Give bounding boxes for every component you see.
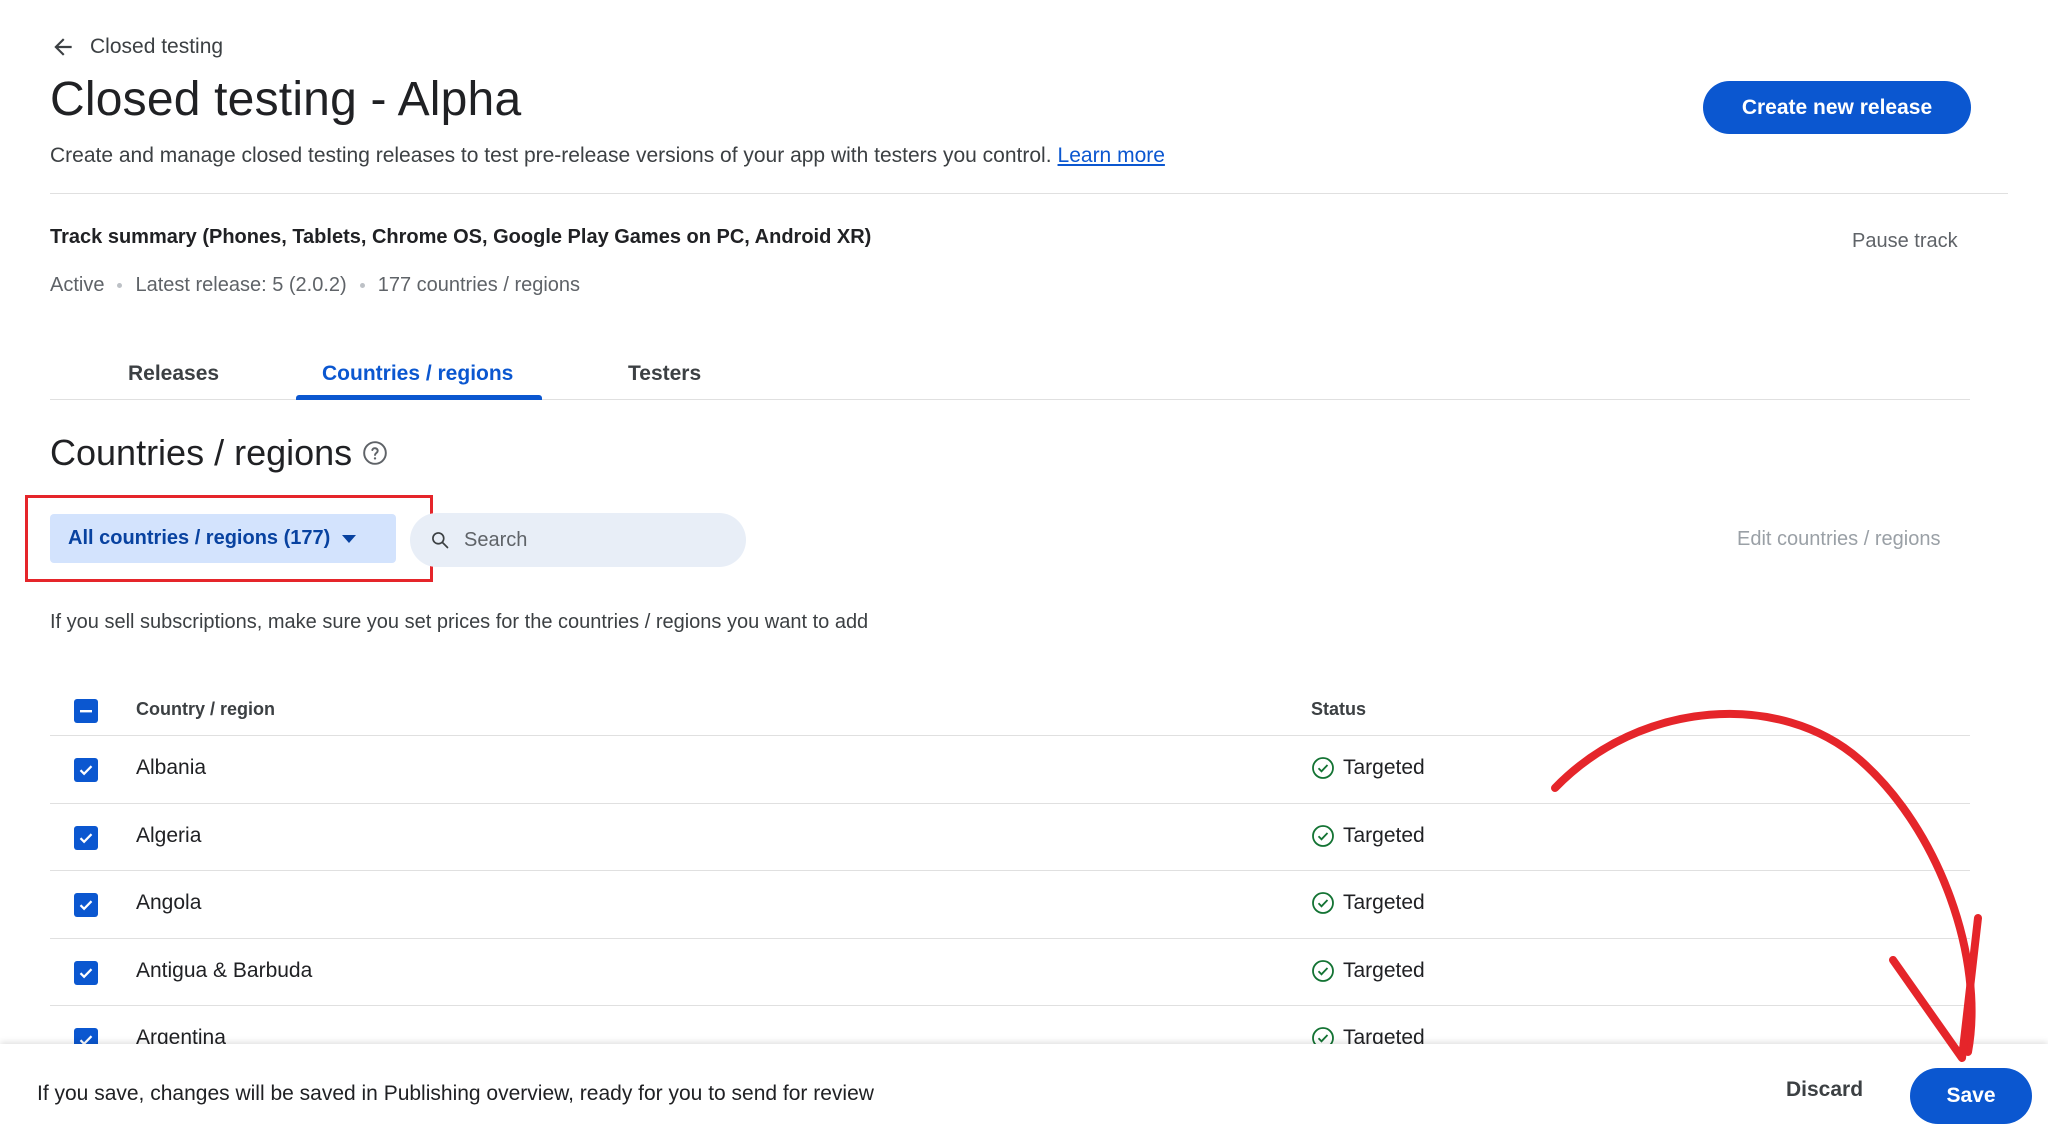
track-meta: Active Latest release: 5 (2.0.2) 177 cou… [50, 274, 580, 297]
country-name: Angola [136, 891, 202, 914]
countries-filter-dropdown[interactable]: All countries / regions (177) [50, 514, 396, 563]
breadcrumb-label[interactable]: Closed testing [90, 35, 223, 59]
row-checkbox[interactable] [74, 825, 98, 850]
track-status: Active [50, 274, 105, 296]
caret-down-icon [342, 534, 357, 544]
countries-table: Country / region Status Albania Targeted… [50, 686, 1970, 1074]
search-input[interactable] [464, 528, 694, 552]
row-checkbox[interactable] [74, 758, 98, 782]
active-tab-indicator [296, 395, 542, 400]
row-checkbox[interactable] [74, 893, 98, 917]
table-row[interactable]: Angola Targeted [50, 871, 1970, 939]
status-cell: Targeted [1311, 959, 1425, 983]
filter-label: All countries / regions (177) [68, 527, 331, 549]
section-title: Countries / regions [50, 432, 388, 474]
tab-releases[interactable]: Releases [128, 362, 219, 386]
table-row[interactable]: Albania Targeted [50, 736, 1970, 804]
create-new-release-button[interactable]: Create new release [1703, 81, 1971, 134]
select-all-checkbox[interactable] [74, 699, 98, 723]
section-title-text: Countries / regions [50, 432, 353, 473]
status-text: Targeted [1343, 958, 1425, 982]
tab-testers[interactable]: Testers [628, 362, 701, 386]
status-cell: Targeted [1311, 756, 1425, 780]
check-circle-icon [1311, 959, 1335, 983]
country-name: Antigua & Barbuda [136, 958, 313, 982]
page-subtitle: Create and manage closed testing release… [50, 144, 1165, 168]
page: Closed testing Closed testing - Alpha Cr… [0, 0, 2048, 1143]
table-row[interactable]: Algeria Targeted [50, 804, 1970, 871]
latest-release: Latest release: 5 (2.0.2) [135, 274, 347, 296]
search-field[interactable] [410, 513, 746, 567]
subscription-notice: If you sell subscriptions, make sure you… [50, 611, 869, 633]
table-header: Country / region Status [50, 686, 1970, 736]
subtitle-text: Create and manage closed testing release… [50, 144, 1052, 167]
search-icon [430, 530, 450, 550]
pause-track-button[interactable]: Pause track [1852, 230, 1958, 253]
status-text: Targeted [1343, 756, 1425, 779]
track-summary-title: Track summary (Phones, Tablets, Chrome O… [50, 226, 872, 248]
header-divider [50, 193, 2008, 194]
save-bar: If you save, changes will be saved in Pu… [0, 1044, 2048, 1143]
edit-countries-button[interactable]: Edit countries / regions [1737, 528, 1940, 551]
save-button[interactable]: Save [1910, 1068, 2032, 1124]
row-checkbox[interactable] [74, 960, 98, 985]
tab-bar: Releases Countries / regions Testers [50, 346, 1970, 400]
check-circle-icon [1311, 824, 1335, 848]
country-name: Albania [136, 756, 207, 779]
check-circle-icon [1311, 756, 1335, 780]
separator-dot [117, 283, 123, 288]
page-title: Closed testing - Alpha [50, 73, 522, 126]
save-bar-message: If you save, changes will be saved in Pu… [37, 1082, 874, 1105]
separator-dot [359, 283, 365, 288]
arrow-back-icon[interactable] [50, 34, 76, 60]
tab-countries-regions[interactable]: Countries / regions [322, 362, 513, 386]
status-text: Targeted [1343, 823, 1425, 847]
column-header-country[interactable]: Country / region [136, 699, 275, 720]
country-name: Algeria [136, 823, 202, 847]
status-text: Targeted [1343, 891, 1425, 914]
countries-count: 177 countries / regions [377, 274, 581, 296]
help-icon[interactable] [362, 440, 388, 466]
discard-button[interactable]: Discard [1786, 1078, 1863, 1102]
breadcrumb[interactable]: Closed testing [50, 34, 223, 60]
status-cell: Targeted [1311, 824, 1425, 848]
column-header-status[interactable]: Status [1311, 699, 1366, 720]
learn-more-link[interactable]: Learn more [1058, 144, 1165, 167]
status-cell: Targeted [1311, 891, 1425, 915]
table-row[interactable]: Antigua & Barbuda Targeted [50, 939, 1970, 1006]
check-circle-icon [1311, 891, 1335, 915]
